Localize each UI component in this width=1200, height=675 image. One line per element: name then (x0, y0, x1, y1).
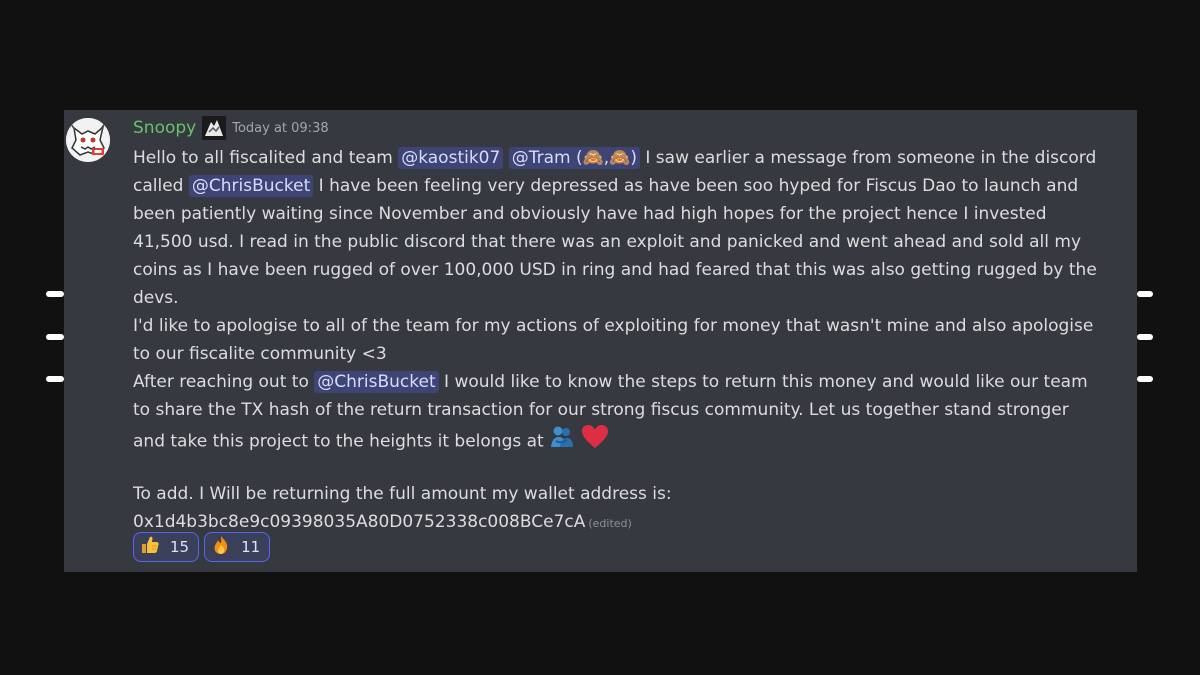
right-dash-decoration (1137, 334, 1153, 340)
message-content: Hello to all fiscalited and team @kaosti… (133, 144, 1123, 536)
reactions-bar: 15 11 (133, 532, 271, 562)
message-line: devs. (133, 288, 179, 308)
message-text: I saw earlier a message from someone in … (639, 148, 1097, 168)
message-line: to our fiscalite community <3 (133, 344, 387, 364)
fire-icon (211, 535, 231, 559)
message-text: After reaching out to (133, 372, 315, 392)
message-line: I'd like to apologise to all of the team… (133, 316, 1094, 336)
left-dash-decoration (46, 291, 64, 297)
avatar[interactable] (66, 118, 110, 162)
role-badge-icon (202, 116, 227, 140)
screenshot-page: Snoopy Today at 09:38 Hello to all fisca… (0, 0, 1200, 675)
reaction-fire[interactable]: 11 (204, 532, 271, 562)
thumbs-up-icon (140, 535, 160, 559)
message-line: coins as I have been rugged of over 100,… (133, 260, 1097, 280)
message-line: To add. I Will be returning the full amo… (133, 484, 672, 504)
mention-tram[interactable]: @Tram (🙈,🙈) (508, 147, 640, 169)
edited-label: (edited) (588, 517, 632, 530)
message-text: called (133, 176, 189, 196)
username[interactable]: Snoopy (133, 118, 196, 138)
discord-message: Snoopy Today at 09:38 Hello to all fisca… (64, 110, 1137, 572)
message-timestamp[interactable]: Today at 09:38 (232, 121, 328, 136)
mention-chrisbucket[interactable]: @ChrisBucket (314, 371, 439, 393)
message-line: Hello to all fiscalited and team @kaosti… (133, 144, 1123, 172)
message-line: 41,500 usd. I read in the public discord… (133, 232, 1082, 252)
red-heart-emoji-icon (581, 424, 609, 459)
left-dash-decoration (46, 334, 64, 340)
message-line: After reaching out to @ChrisBucket I wou… (133, 368, 1123, 396)
left-dash-decoration (46, 376, 64, 382)
message-line: been patiently waiting since November an… (133, 204, 1047, 224)
message-text: I have been feeling very depressed as ha… (313, 176, 1079, 196)
message-text: I would like to know the steps to return… (438, 372, 1088, 392)
message-line: 0x1d4b3bc8e9c09398035A80D0752338c008BCe7… (133, 508, 1123, 536)
message-line: to share the TX hash of the return trans… (133, 400, 1069, 420)
right-dash-decoration (1137, 376, 1153, 382)
message-line: and take this project to the heights it … (133, 424, 1123, 452)
message-text: Hello to all fiscalited and team (133, 148, 399, 168)
reaction-thumbs-up[interactable]: 15 (133, 532, 200, 562)
message-line: called @ChrisBucket I have been feeling … (133, 172, 1123, 200)
right-dash-decoration (1137, 291, 1153, 297)
wallet-address: 0x1d4b3bc8e9c09398035A80D0752338c008BCe7… (133, 512, 586, 532)
message-header: Snoopy Today at 09:38 (133, 116, 329, 140)
mention-chrisbucket[interactable]: @ChrisBucket (188, 175, 314, 197)
reaction-count: 15 (170, 538, 190, 556)
message-text: and take this project to the heights it … (133, 431, 550, 452)
wolf-avatar-icon (66, 118, 110, 162)
reaction-count: 11 (241, 538, 261, 556)
mention-kaostik07[interactable]: @kaostik07 (398, 147, 504, 169)
people-hugging-emoji-icon (549, 425, 575, 458)
